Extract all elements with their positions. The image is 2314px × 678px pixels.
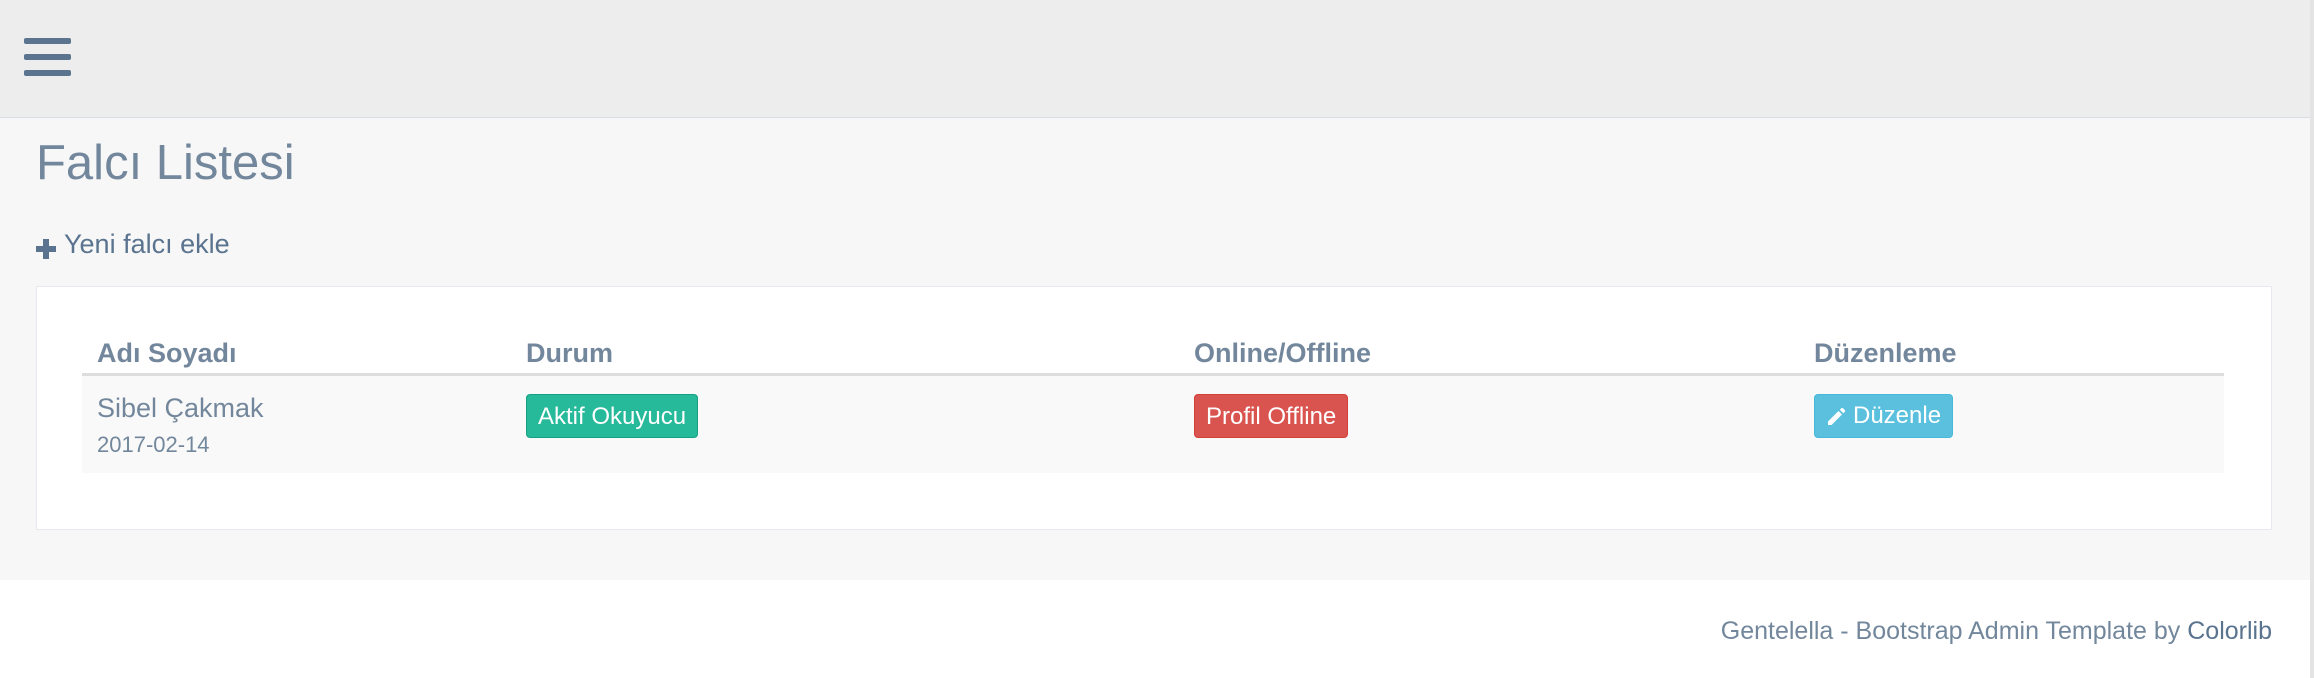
column-header-status: Durum: [526, 338, 613, 368]
fortune-teller-table: Adı Soyadı Durum Online/Offline Düzenlem…: [82, 319, 2224, 473]
footer-text: Gentelella - Bootstrap Admin Template by…: [1721, 616, 2272, 646]
menu-bars-icon[interactable]: [24, 36, 72, 78]
registration-date: 2017-02-14: [97, 432, 210, 458]
footer: Gentelella - Bootstrap Admin Template by…: [0, 580, 2314, 678]
plus-icon: [36, 234, 56, 260]
table-row: Sibel Çakmak 2017-02-14 Aktif Okuyucu Pr…: [82, 376, 2224, 473]
column-header-edit: Düzenleme: [1814, 338, 1957, 368]
page-title: Falcı Listesi: [36, 136, 295, 190]
status-badge: Aktif Okuyucu: [526, 394, 699, 438]
add-link-label: Yeni falcı ekle: [64, 229, 230, 259]
online-status-badge: Profil Offline: [1194, 394, 1349, 438]
scrollbar[interactable]: [2310, 0, 2314, 678]
status-cell: Aktif Okuyucu: [526, 392, 699, 438]
edit-button-label: Düzenle: [1853, 402, 1942, 429]
add-fortune-teller-link[interactable]: Yeni falcı ekle: [36, 228, 230, 260]
online-cell: Profil Offline: [1194, 392, 1349, 438]
table-panel: Adı Soyadı Durum Online/Offline Düzenlem…: [36, 286, 2272, 530]
column-header-online: Online/Offline: [1194, 338, 1372, 368]
footer-credit: Gentelella - Bootstrap Admin Template by: [1720, 617, 2188, 645]
main-content: Falcı Listesi Yeni falcı ekle Adı Soyadı…: [0, 118, 2314, 580]
top-navbar: [0, 0, 2314, 118]
pencil-icon: [1826, 406, 1846, 426]
edit-cell: Düzenle: [1814, 392, 1954, 438]
name-cell: Sibel Çakmak 2017-02-14: [97, 392, 264, 459]
table-header: Adı Soyadı Durum Online/Offline Düzenlem…: [82, 319, 2224, 376]
edit-button[interactable]: Düzenle: [1814, 394, 1954, 438]
colorlib-link[interactable]: Colorlib: [2187, 617, 2272, 645]
fortune-teller-name: Sibel Çakmak: [97, 393, 264, 423]
column-header-name: Adı Soyadı: [97, 338, 237, 368]
